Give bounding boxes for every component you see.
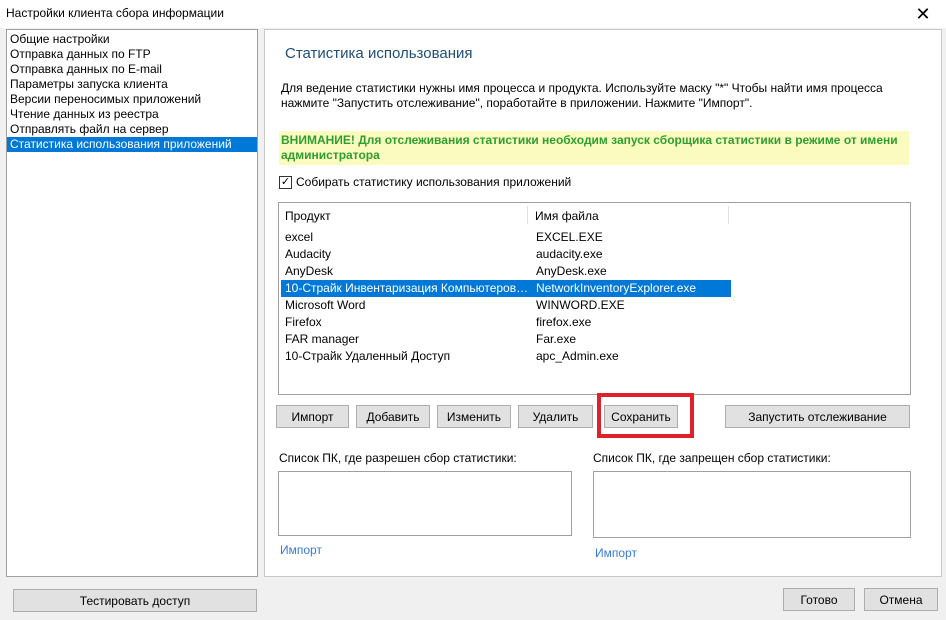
- test-access-button[interactable]: Тестировать доступ: [13, 589, 257, 612]
- sidebar-item-email[interactable]: Отправка данных по E-mail: [7, 62, 257, 77]
- table-row[interactable]: Firefox firefox.exe: [281, 314, 731, 331]
- delete-button[interactable]: Удалить: [518, 405, 593, 428]
- warning-banner: ВНИМАНИЕ! Для отслеживания статистики не…: [279, 131, 909, 165]
- allowed-pcs-list[interactable]: [278, 471, 572, 536]
- sidebar-item-ftp[interactable]: Отправка данных по FTP: [7, 47, 257, 62]
- cell-file: EXCEL.EXE: [536, 230, 603, 244]
- table-header: Продукт Имя файла: [279, 203, 910, 225]
- add-button[interactable]: Добавить: [356, 405, 430, 428]
- collect-stats-checkbox[interactable]: ✓: [279, 175, 292, 189]
- cell-product: 10-Страйк Удаленный Доступ: [285, 349, 451, 363]
- sidebar-item-launch-params[interactable]: Параметры запуска клиента: [7, 77, 257, 92]
- column-divider[interactable]: [527, 206, 528, 224]
- column-header-filename[interactable]: Имя файла: [535, 209, 599, 223]
- window-title: Настройки клиента сбора информации: [6, 6, 224, 20]
- cell-product: AnyDesk: [285, 264, 334, 278]
- cell-product: Audacity: [285, 247, 332, 261]
- cell-product: Firefox: [285, 315, 322, 329]
- sidebar-item-portable-versions[interactable]: Версии переносимых приложений: [7, 92, 257, 107]
- table-row[interactable]: excel EXCEL.EXE: [281, 229, 731, 246]
- sidebar-item-send-file[interactable]: Отправлять файл на сервер: [7, 122, 257, 137]
- allowed-pcs-import-link[interactable]: Импорт: [280, 543, 322, 557]
- table-row[interactable]: 10-Страйк Удаленный Доступ apc_Admin.exe: [281, 348, 731, 365]
- cell-product: excel: [285, 230, 314, 244]
- cell-product: Microsoft Word: [285, 298, 366, 312]
- warning-prefix: ВНИМАНИЕ!: [281, 133, 355, 147]
- settings-nav-list[interactable]: Общие настройки Отправка данных по FTP О…: [6, 29, 258, 577]
- cell-file: firefox.exe: [536, 315, 592, 329]
- apps-table[interactable]: Продукт Имя файла excel EXCEL.EXE Audacit…: [278, 202, 911, 395]
- table-row[interactable]: Audacity audacity.exe: [281, 246, 731, 263]
- page-title: Статистика использования: [285, 45, 473, 62]
- start-tracking-button[interactable]: Запустить отслеживание: [725, 405, 910, 428]
- import-button[interactable]: Импорт: [276, 405, 349, 428]
- table-row[interactable]: AnyDesk AnyDesk.exe: [281, 263, 731, 280]
- denied-pcs-import-link[interactable]: Импорт: [595, 546, 637, 560]
- cell-product: FAR manager: [285, 332, 360, 346]
- table-row[interactable]: FAR manager Far.exe: [281, 331, 731, 348]
- ok-button[interactable]: Готово: [783, 588, 855, 611]
- description-text: Для ведение статистики нужны имя процесс…: [281, 81, 883, 110]
- edit-button[interactable]: Изменить: [437, 405, 511, 428]
- cell-file: AnyDesk.exe: [536, 264, 607, 278]
- cell-product: 10-Страйк Инвентаризация Компьютеров Pro: [285, 281, 529, 295]
- collect-stats-option[interactable]: ✓ Собирать статистику использования прил…: [279, 175, 571, 189]
- table-row[interactable]: Microsoft Word WINWORD.EXE: [281, 297, 731, 314]
- denied-pcs-label: Список ПК, где запрещен сбор статистики:: [593, 451, 831, 465]
- cell-file: apc_Admin.exe: [536, 349, 619, 363]
- collect-stats-label: Собирать статистику использования прилож…: [296, 175, 572, 189]
- cell-file: Far.exe: [536, 332, 577, 346]
- title-bar: Настройки клиента сбора информации ✕: [0, 0, 946, 28]
- cancel-button[interactable]: Отмена: [864, 588, 938, 611]
- close-icon[interactable]: ✕: [900, 0, 946, 28]
- save-button-highlight: [597, 393, 694, 438]
- cell-file: audacity.exe: [536, 247, 603, 261]
- table-row-selected[interactable]: 10-Страйк Инвентаризация Компьютеров Pro…: [281, 280, 731, 297]
- column-header-product[interactable]: Продукт: [285, 209, 331, 223]
- usage-stats-panel: Статистика использования Для ведение ста…: [264, 29, 942, 577]
- sidebar-item-general[interactable]: Общие настройки: [7, 32, 257, 47]
- denied-pcs-list[interactable]: [593, 471, 911, 538]
- column-divider[interactable]: [728, 206, 729, 224]
- sidebar-item-usage-stats[interactable]: Статистика использования приложений: [7, 137, 257, 152]
- cell-file: NetworkInventoryExplorer.exe: [536, 281, 697, 295]
- cell-file: WINWORD.EXE: [536, 298, 625, 312]
- warning-text: Для отслеживания статистики необходим за…: [281, 133, 898, 162]
- sidebar-item-registry[interactable]: Чтение данных из реестра: [7, 107, 257, 122]
- allowed-pcs-label: Список ПК, где разрешен сбор статистики:: [279, 451, 517, 465]
